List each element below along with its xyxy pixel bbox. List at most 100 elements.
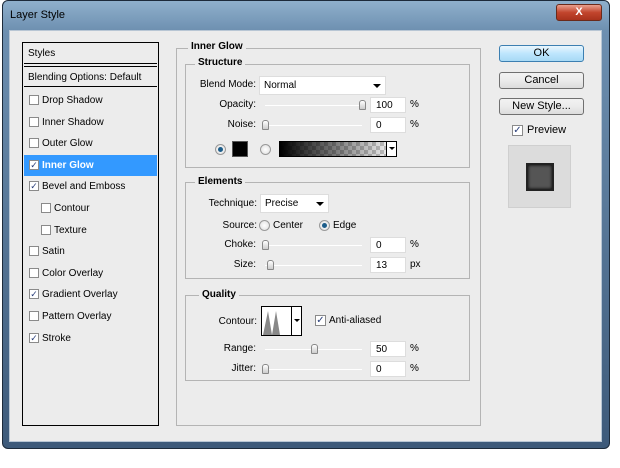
range-label: Range: — [223, 343, 256, 354]
style-checkbox[interactable] — [29, 246, 39, 257]
close-button[interactable]: X — [556, 4, 602, 21]
chevron-down-icon — [373, 84, 381, 88]
slider-thumb[interactable] — [262, 240, 269, 250]
preview-square — [526, 163, 554, 191]
style-item-outer-glow[interactable]: Outer Glow — [24, 133, 157, 154]
contour-curve-icon — [263, 311, 280, 335]
source-edge-label: Edge — [333, 220, 357, 231]
styles-list: Styles Blending Options: Default Drop Sh… — [22, 42, 159, 426]
style-item-label: Drop Shadow — [42, 95, 103, 106]
opacity-label: Opacity: — [219, 99, 256, 110]
style-item-label: Texture — [54, 224, 87, 236]
blend-mode-value: Normal — [264, 80, 297, 91]
style-checkbox[interactable] — [29, 311, 39, 321]
inner-glow-title: Inner Glow — [188, 41, 246, 52]
chevron-down-icon — [389, 147, 395, 150]
gradient-picker[interactable] — [279, 141, 397, 157]
style-item-label: Satin — [42, 246, 65, 258]
style-item-bevel-and-emboss[interactable]: ✓ Bevel and Emboss — [24, 176, 157, 197]
style-item-inner-glow[interactable]: ✓ Inner Glow — [24, 154, 157, 176]
choke-unit: % — [410, 239, 419, 250]
style-checkbox[interactable] — [29, 116, 39, 127]
slider-thumb[interactable] — [310, 344, 318, 354]
style-item-satin[interactable]: Satin — [24, 241, 157, 262]
style-checkbox[interactable] — [29, 95, 39, 105]
slider-thumb[interactable] — [267, 260, 275, 270]
style-checkbox[interactable]: ✓ — [29, 181, 39, 192]
preview-label: Preview — [527, 124, 567, 136]
slider-thumb[interactable] — [359, 100, 366, 110]
size-unit: px — [410, 259, 421, 270]
source-edge-radio[interactable] — [319, 220, 330, 231]
jitter-label: Jitter: — [231, 363, 256, 374]
style-checkbox[interactable] — [29, 267, 39, 278]
style-checkbox[interactable]: ✓ — [29, 332, 39, 343]
jitter-slider[interactable] — [265, 369, 362, 370]
choke-slider[interactable] — [265, 245, 362, 246]
chevron-down-icon — [316, 202, 324, 206]
source-center-radio[interactable] — [259, 220, 270, 231]
source-center-label: Center — [273, 220, 304, 231]
noise-unit: % — [410, 119, 419, 130]
jitter-input[interactable]: 0 — [370, 361, 406, 377]
size-input[interactable]: 13 — [370, 257, 406, 273]
noise-input[interactable]: 0 — [370, 117, 406, 133]
cancel-button[interactable]: Cancel — [499, 72, 584, 89]
style-item-label: Stroke — [42, 332, 71, 344]
style-checkbox[interactable] — [29, 138, 39, 149]
slider-thumb[interactable] — [262, 364, 269, 374]
noise-label: Noise: — [227, 119, 256, 130]
blend-mode-label: Blend Mode: — [199, 79, 256, 90]
size-label: Size: — [233, 259, 256, 270]
glow-color-swatch[interactable] — [232, 141, 248, 157]
style-item-contour[interactable]: Contour — [24, 198, 157, 219]
style-item-label: Inner Shadow — [42, 116, 104, 128]
style-item-color-overlay[interactable]: Color Overlay — [24, 263, 157, 284]
style-item-stroke[interactable]: ✓ Stroke — [24, 328, 157, 349]
styles-header[interactable]: Styles — [24, 43, 157, 64]
window-title: Layer Style — [10, 9, 66, 21]
quality-title: Quality — [199, 289, 239, 300]
choke-label: Choke: — [224, 239, 256, 250]
style-checkbox[interactable] — [41, 203, 51, 213]
blend-mode-select[interactable]: Normal — [259, 76, 386, 95]
solid-color-radio[interactable] — [215, 144, 226, 155]
slider-thumb[interactable] — [262, 120, 269, 130]
contour-label: Contour: — [218, 316, 257, 327]
range-input[interactable]: 50 — [370, 341, 406, 357]
style-item-texture[interactable]: Texture — [24, 220, 157, 241]
style-item-label: Contour — [54, 203, 90, 214]
style-checkbox[interactable] — [41, 224, 51, 235]
style-item-label: Outer Glow — [42, 138, 93, 150]
noise-slider[interactable] — [265, 125, 362, 126]
preview-checkbox[interactable]: ✓ — [512, 125, 523, 136]
ok-button[interactable]: OK — [499, 45, 584, 62]
style-checkbox[interactable]: ✓ — [29, 289, 39, 300]
new-style-button[interactable]: New Style... — [499, 98, 584, 115]
technique-value: Precise — [265, 198, 299, 209]
opacity-unit: % — [410, 99, 419, 110]
style-item-label: Gradient Overlay — [42, 289, 118, 301]
jitter-unit: % — [410, 363, 419, 374]
choke-input[interactable]: 0 — [370, 237, 406, 253]
style-item-gradient-overlay[interactable]: ✓ Gradient Overlay — [24, 284, 157, 305]
contour-picker[interactable] — [261, 306, 302, 336]
style-preview — [508, 145, 571, 208]
style-item-label: Color Overlay — [42, 267, 104, 279]
style-checkbox[interactable]: ✓ — [29, 159, 39, 170]
opacity-input[interactable]: 100 — [370, 97, 406, 113]
technique-select[interactable]: Precise — [260, 194, 329, 213]
style-item-drop-shadow[interactable]: Drop Shadow — [24, 90, 157, 111]
style-item-label: Inner Glow — [42, 159, 94, 171]
blending-options[interactable]: Blending Options: Default — [24, 66, 157, 87]
style-item-pattern-overlay[interactable]: Pattern Overlay — [24, 306, 157, 327]
style-item-inner-shadow[interactable]: Inner Shadow — [24, 112, 157, 133]
gradient-radio[interactable] — [260, 144, 271, 155]
opacity-slider[interactable] — [265, 105, 362, 106]
anti-aliased-checkbox[interactable]: ✓ — [315, 315, 326, 326]
chevron-down-icon — [294, 319, 300, 322]
anti-aliased-label: Anti-aliased — [329, 315, 382, 326]
elements-title: Elements — [195, 176, 246, 187]
size-slider[interactable] — [265, 265, 362, 266]
style-item-label: Pattern Overlay — [42, 311, 112, 322]
